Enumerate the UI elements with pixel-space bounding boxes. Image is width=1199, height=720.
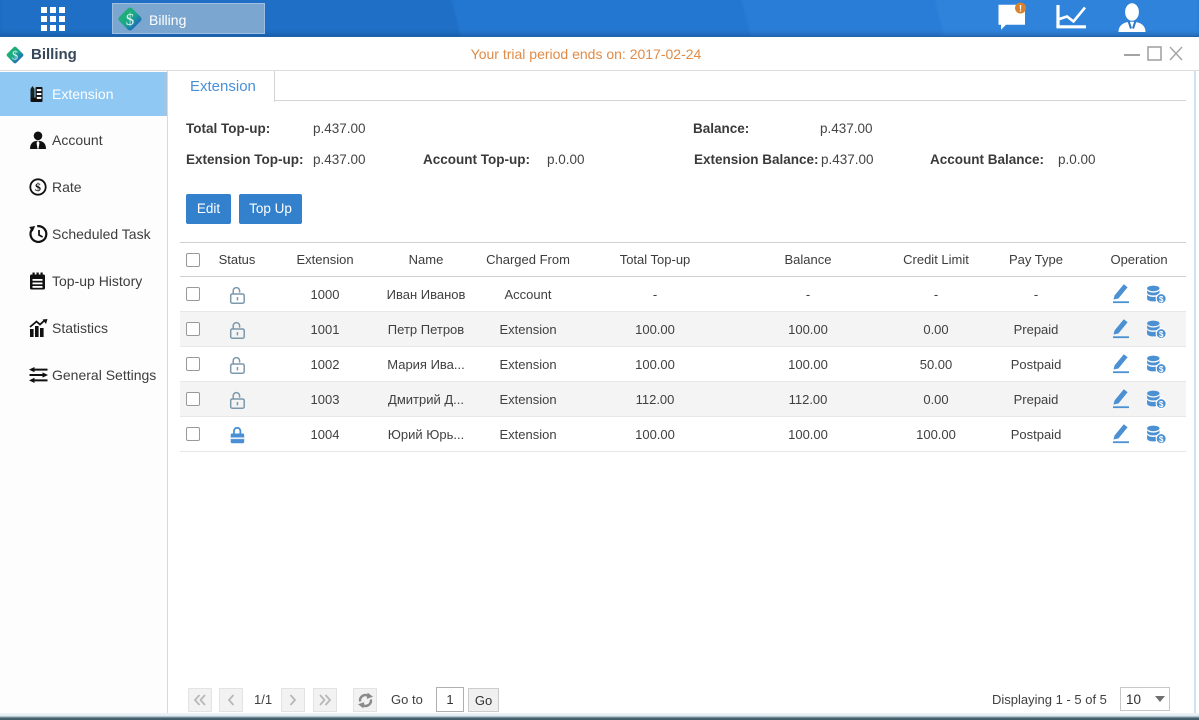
svg-text:$: $ <box>1158 434 1163 443</box>
svg-text:$: $ <box>1158 329 1163 338</box>
svg-text:$: $ <box>35 180 41 194</box>
svg-text:$: $ <box>126 10 135 29</box>
svg-text:!: ! <box>1019 3 1022 13</box>
svg-text:$: $ <box>1158 364 1163 373</box>
svg-text:$: $ <box>1158 399 1163 408</box>
svg-text:$: $ <box>1158 294 1163 303</box>
